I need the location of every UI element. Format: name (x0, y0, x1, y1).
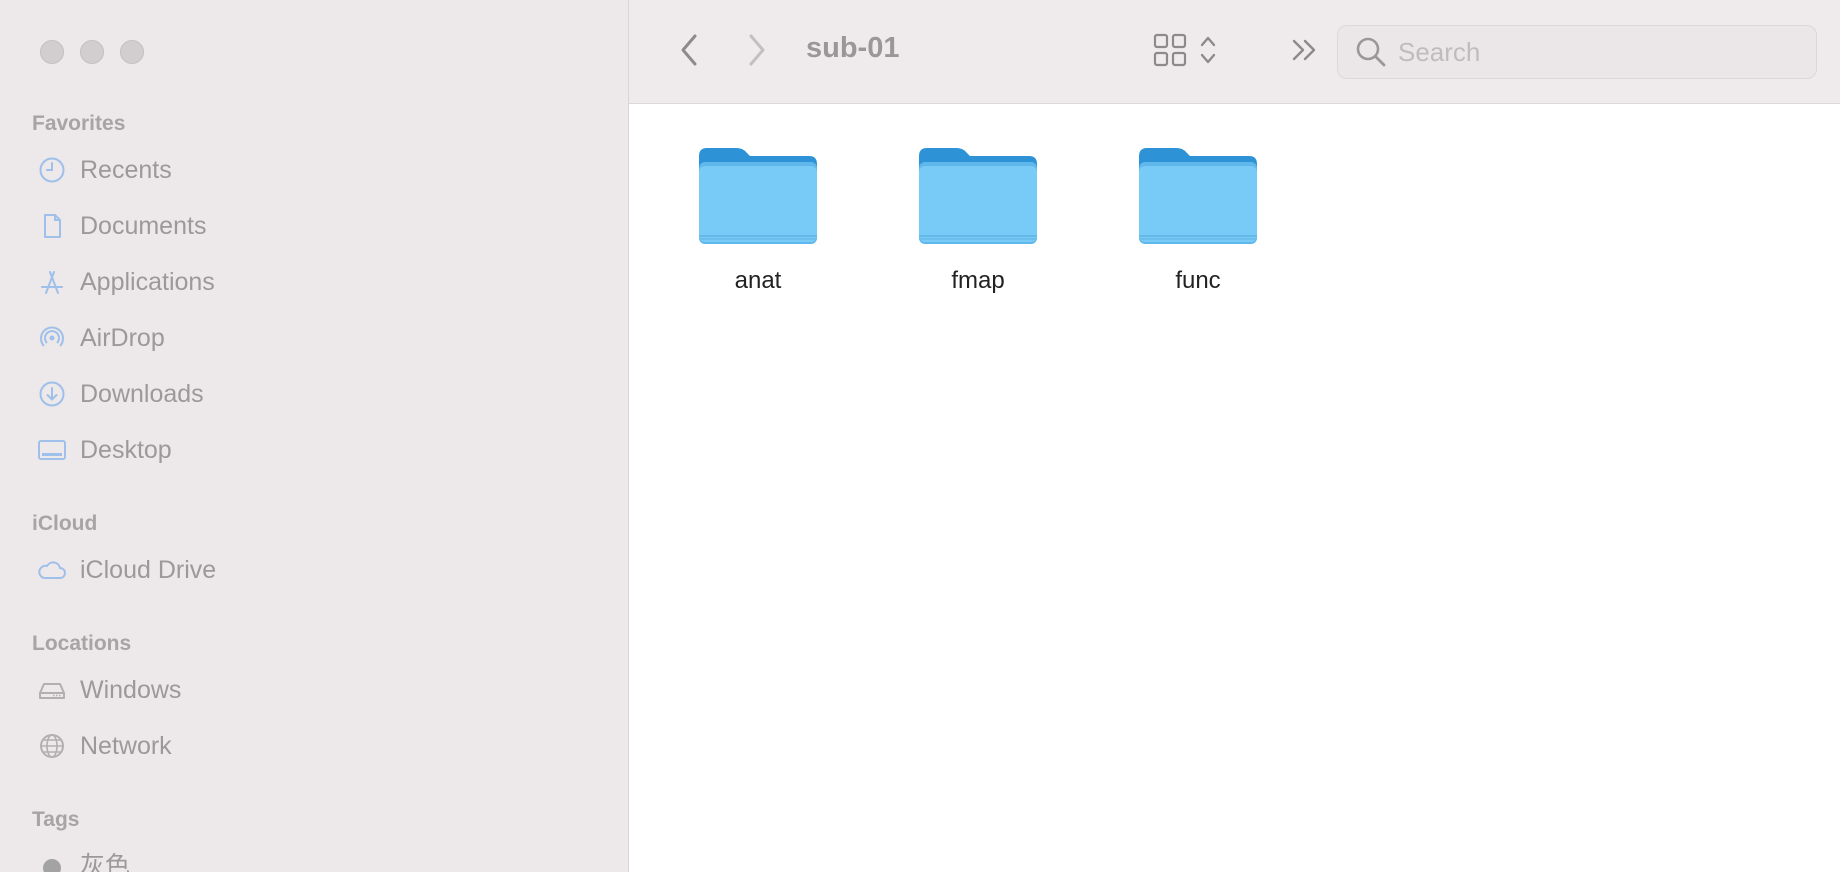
toolbar: sub-01 (629, 0, 1840, 104)
folder-icon (697, 144, 819, 253)
sidebar-item-label: Desktop (80, 435, 172, 464)
forward-button[interactable] (737, 30, 777, 74)
globe-icon (36, 730, 68, 762)
sidebar-item-applications[interactable]: Applications (36, 262, 215, 302)
sidebar-item-downloads[interactable]: Downloads (36, 374, 204, 414)
search-icon (1354, 35, 1388, 69)
view-options-button[interactable] (1143, 30, 1227, 74)
chevron-updown-icon (1199, 34, 1217, 71)
sidebar-item-airdrop[interactable]: AirDrop (36, 318, 165, 358)
chevron-left-icon (678, 33, 700, 72)
sidebar-item-windows[interactable]: Windows (36, 670, 181, 710)
favorites-heading: Favorites (32, 112, 126, 135)
zoom-button[interactable] (120, 40, 144, 64)
locations-heading: Locations (32, 632, 132, 655)
close-button[interactable] (40, 40, 64, 64)
airdrop-icon (36, 322, 68, 354)
sidebar-item-label: Recents (80, 155, 172, 184)
more-toolbar-button[interactable] (1288, 32, 1322, 72)
window-title: sub-01 (806, 32, 900, 64)
download-icon (36, 378, 68, 410)
sidebar-item-label: Documents (80, 211, 207, 240)
double-chevron-right-icon (1290, 36, 1320, 69)
sidebar-item-desktop[interactable]: Desktop (36, 430, 172, 470)
folder-name: fmap (951, 267, 1005, 294)
minimize-button[interactable] (80, 40, 104, 64)
sidebar-item-label: 灰色 (80, 852, 131, 872)
folder-item-func[interactable]: func (1108, 144, 1288, 295)
sidebar-item-network[interactable]: Network (36, 726, 172, 766)
document-icon (36, 210, 68, 242)
grid-view-icon (1153, 33, 1187, 72)
sidebar-item-documents[interactable]: Documents (36, 206, 206, 246)
drive-icon (36, 674, 68, 706)
folder-name: func (1175, 267, 1221, 294)
file-browser-content: anat fmap func (629, 104, 1840, 872)
folder-item-fmap[interactable]: fmap (888, 144, 1068, 295)
folder-icon (917, 144, 1039, 253)
search-input[interactable] (1396, 35, 1780, 69)
icloud-heading: iCloud (32, 512, 98, 535)
finder-window: Favorites Recents Documents Applications… (0, 0, 1840, 872)
clock-icon (36, 154, 68, 186)
sidebar-item-tag-gray[interactable]: 灰色 (36, 844, 130, 872)
sidebar-item-icloud-drive[interactable]: iCloud Drive (36, 550, 216, 590)
tag-dot-icon (36, 848, 68, 872)
sidebar-item-label: Windows (80, 675, 182, 704)
folder-item-anat[interactable]: anat (668, 144, 848, 295)
back-button[interactable] (669, 30, 709, 74)
window-controls (40, 40, 144, 64)
applications-icon (36, 266, 68, 298)
sidebar-item-label: AirDrop (80, 323, 165, 352)
tags-heading: Tags (32, 808, 80, 831)
sidebar-item-recents[interactable]: Recents (36, 150, 172, 190)
cloud-icon (36, 554, 68, 586)
sidebar-item-label: iCloud Drive (80, 555, 217, 584)
desktop-icon (36, 434, 68, 466)
sidebar: Favorites Recents Documents Applications… (0, 0, 629, 872)
sidebar-item-label: Applications (80, 267, 215, 296)
chevron-right-icon (746, 33, 768, 72)
folder-icon (1137, 144, 1259, 253)
search-field[interactable] (1337, 25, 1817, 79)
folder-name: anat (734, 267, 782, 294)
sidebar-item-label: Downloads (80, 379, 204, 408)
sidebar-item-label: Network (80, 731, 172, 760)
